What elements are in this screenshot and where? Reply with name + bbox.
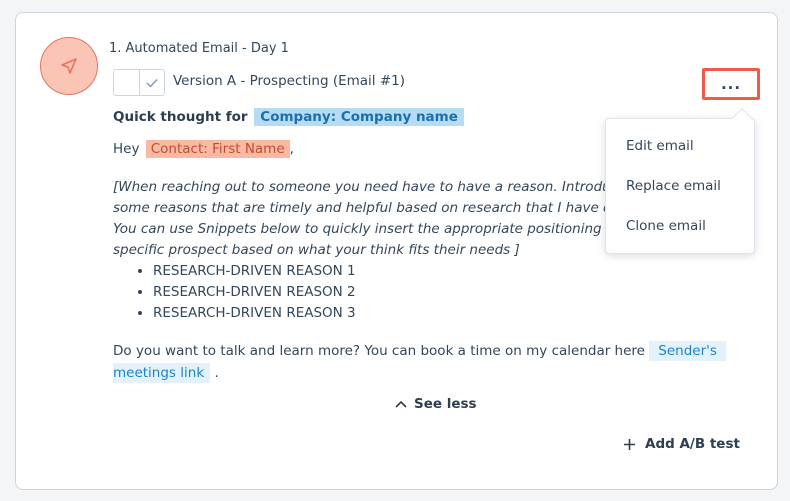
greeting-suffix: , — [289, 141, 294, 157]
send-icon — [61, 58, 77, 74]
list-item: RESEARCH-DRIVEN REASON 3 — [153, 303, 733, 324]
version-label: Version A - Prospecting (Email #1) — [173, 73, 406, 89]
closing-suffix: . — [214, 365, 219, 381]
closing-text: Do you want to talk and learn more? You … — [113, 343, 645, 359]
meetings-link-token[interactable]: Sender's — [649, 341, 726, 361]
meetings-link-token-continued[interactable]: meetings link — [113, 363, 211, 383]
step-title: 1. Automated Email - Day 1 — [109, 41, 289, 56]
version-toggle[interactable] — [113, 69, 165, 96]
company-name-token[interactable]: Company: Company name — [254, 108, 464, 126]
first-name-token[interactable]: Contact: First Name — [145, 140, 290, 158]
replace-email-menu-item[interactable]: Replace email — [626, 178, 721, 194]
list-item: RESEARCH-DRIVEN REASON 2 — [153, 282, 733, 303]
step-type-badge — [40, 37, 98, 95]
clone-email-menu-item[interactable]: Clone email — [626, 218, 706, 234]
version-toggle-off[interactable] — [114, 70, 139, 95]
more-actions-dropdown: Edit email Replace email Clone email — [605, 108, 755, 254]
version-toggle-on[interactable] — [138, 70, 165, 95]
add-ab-test-button[interactable]: Add A/B test — [623, 436, 740, 452]
more-actions-button[interactable]: ... — [702, 68, 760, 100]
email-closing: Do you want to talk and learn more? You … — [113, 340, 733, 384]
meetings-link-line1: Sender's — [658, 343, 717, 359]
see-less-label: See less — [414, 396, 477, 412]
more-actions-icon: ... — [720, 75, 742, 93]
plus-icon — [624, 438, 635, 450]
add-ab-label: Add A/B test — [645, 436, 740, 452]
subject-prefix: Quick thought for — [113, 109, 248, 125]
meetings-link-line2: meetings link — [113, 365, 205, 381]
edit-email-menu-item[interactable]: Edit email — [626, 138, 694, 154]
greeting-text: Hey — [113, 141, 140, 157]
chevron-up-icon — [395, 400, 407, 408]
see-less-button[interactable]: See less — [395, 396, 477, 412]
list-item: RESEARCH-DRIVEN REASON 1 — [153, 261, 733, 282]
check-icon — [146, 78, 158, 88]
reasons-list: RESEARCH-DRIVEN REASON 1 RESEARCH-DRIVEN… — [153, 261, 733, 324]
